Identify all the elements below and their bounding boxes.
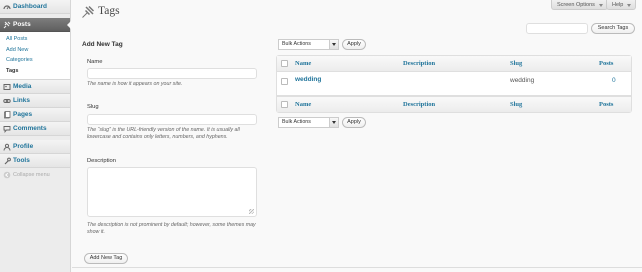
column-footer-posts[interactable]: Posts (599, 101, 613, 108)
name-help-text: The name is how it appears on your site. (87, 81, 183, 87)
media-icon (3, 84, 11, 90)
slug-help-text: The “slug” is the URL-friendly version o… (87, 127, 240, 140)
column-header-posts[interactable]: Posts (599, 60, 613, 67)
table-row: wedding wedding 0 (277, 72, 631, 96)
column-header-description[interactable]: Description (403, 60, 435, 67)
pushpin-icon (3, 21, 11, 29)
footer-divider (72, 267, 642, 268)
menu-media[interactable]: Media (0, 80, 70, 94)
menu-pages[interactable]: Pages (0, 108, 70, 122)
resize-grip-icon[interactable] (249, 209, 254, 214)
tag-slug-cell: wedding (510, 77, 535, 84)
table-header-row: Name Description Slug Posts (277, 56, 631, 72)
submenu-tags[interactable]: Tags (0, 66, 70, 77)
add-new-tag-button[interactable]: Add New Tag (84, 253, 128, 264)
pages-icon (4, 111, 11, 119)
column-header-slug[interactable]: Slug (510, 60, 522, 67)
menu-media-label: Media (13, 83, 32, 90)
menu-comments[interactable]: Comments (0, 122, 70, 136)
tag-description-textarea[interactable] (87, 167, 257, 217)
search-tags-input[interactable] (526, 23, 588, 34)
chevron-down-icon (329, 40, 338, 49)
table-footer-row: Name Description Slug Posts (277, 96, 631, 112)
description-label: Description (87, 158, 116, 164)
submenu-categories[interactable]: Categories (0, 55, 70, 66)
tags-table: Name Description Slug Posts wedding wedd… (276, 55, 632, 113)
comments-icon (3, 126, 11, 133)
bulk-actions-select-top-label: Bulk Actions (282, 41, 311, 47)
description-help-text: The description is not prominent by defa… (87, 222, 256, 235)
column-footer-description[interactable]: Description (403, 101, 435, 108)
menu-tools-label: Tools (13, 157, 30, 164)
pushpin-icon (82, 5, 95, 18)
row-checkbox[interactable] (281, 78, 288, 85)
select-all-checkbox-footer[interactable] (281, 101, 288, 108)
profile-icon (3, 143, 11, 151)
search-tags-button[interactable]: Search Tags (591, 23, 635, 34)
menu-comments-label: Comments (13, 125, 47, 132)
tag-slug-input[interactable] (87, 114, 257, 125)
menu-pages-label: Pages (13, 111, 33, 118)
posts-submenu: All Posts Add New Categories Tags (0, 32, 70, 80)
menu-profile-label: Profile (13, 143, 34, 150)
column-footer-slug[interactable]: Slug (510, 101, 522, 108)
tag-name-input[interactable] (87, 68, 257, 79)
apply-button-bottom[interactable]: Apply (342, 117, 366, 128)
bulk-actions-select-bottom-label: Bulk Actions (282, 119, 311, 125)
menu-dashboard-label: Dashboard (13, 3, 47, 10)
menu-dashboard[interactable]: Dashboard (0, 0, 70, 14)
tag-posts-count-link[interactable]: 0 (612, 77, 616, 84)
admin-sidebar: Dashboard Posts All Posts Add New Catego… (0, 0, 71, 272)
link-icon (3, 99, 11, 103)
page-title: Tags (98, 5, 120, 17)
column-header-name[interactable]: Name (295, 60, 311, 67)
chevron-down-icon (329, 118, 338, 127)
name-label: Name (87, 59, 103, 65)
menu-posts-label: Posts (13, 21, 31, 28)
menu-profile[interactable]: Profile (0, 140, 70, 154)
help-label: Help (612, 2, 624, 8)
bulk-actions-select-top[interactable]: Bulk Actions (278, 39, 339, 50)
menu-tools[interactable]: Tools (0, 154, 70, 168)
select-all-checkbox[interactable] (281, 60, 288, 67)
bulk-actions-select-bottom[interactable]: Bulk Actions (278, 117, 339, 128)
help-button[interactable]: Help (606, 0, 637, 10)
dashboard-icon (3, 5, 11, 10)
collapse-arrow-icon (3, 171, 11, 179)
collapse-menu-button[interactable]: Collapse menu (0, 168, 70, 182)
screen-options-label: Screen Options (557, 2, 595, 8)
apply-button-top[interactable]: Apply (342, 39, 366, 50)
submenu-add-new[interactable]: Add New (0, 45, 70, 56)
tools-icon (4, 157, 11, 165)
submenu-all-posts[interactable]: All Posts (0, 34, 70, 45)
tag-name-link[interactable]: wedding (295, 76, 321, 83)
menu-links-label: Links (13, 97, 30, 104)
column-footer-name[interactable]: Name (295, 101, 311, 108)
collapse-menu-label: Collapse menu (13, 172, 50, 178)
menu-posts[interactable]: Posts (0, 18, 71, 32)
slug-label: Slug (87, 104, 99, 110)
screen-options-button[interactable]: Screen Options (551, 0, 608, 10)
add-new-tag-heading: Add New Tag (82, 41, 123, 48)
menu-links[interactable]: Links (0, 94, 70, 108)
